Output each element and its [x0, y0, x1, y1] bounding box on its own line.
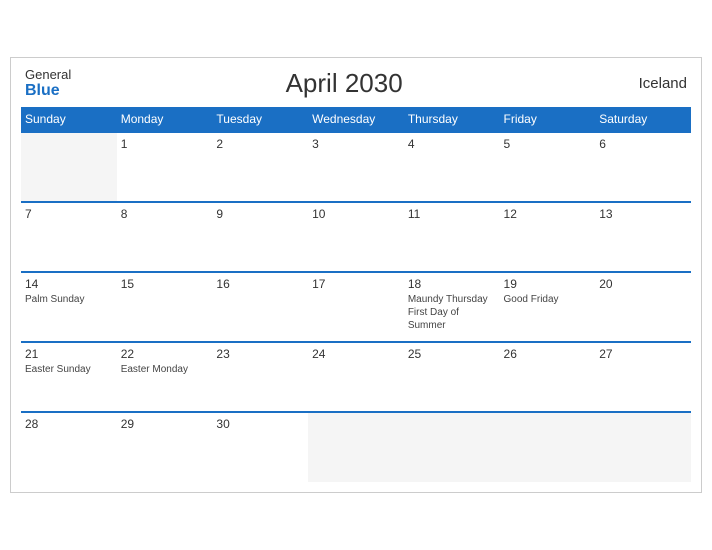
- calendar-cell: 4: [404, 132, 500, 202]
- day-number: 1: [121, 137, 209, 151]
- day-number: 17: [312, 277, 400, 291]
- day-number: 14: [25, 277, 113, 291]
- calendar-cell: 1: [117, 132, 213, 202]
- week-row-2: 14 Palm Sunday 15 16 17 18 Maundy ThursdayFirs…: [21, 272, 691, 342]
- calendar-cell: 24: [308, 342, 404, 412]
- day-number: 25: [408, 347, 496, 361]
- calendar-cell: 28: [21, 412, 117, 482]
- calendar-cell: 8: [117, 202, 213, 272]
- day-number: 10: [312, 207, 400, 221]
- day-number: 28: [25, 417, 113, 431]
- calendar-header: General Blue April 2030 Iceland: [21, 68, 691, 100]
- calendar-event: Palm Sunday: [25, 293, 113, 306]
- calendar-cell: 16: [212, 272, 308, 342]
- calendar-cell: 9: [212, 202, 308, 272]
- logo: General Blue: [25, 68, 71, 100]
- calendar-cell: 20: [595, 272, 691, 342]
- day-number: 18: [408, 277, 496, 291]
- calendar-cell: [308, 412, 404, 482]
- day-number: 4: [408, 137, 496, 151]
- calendar-cell: 6: [595, 132, 691, 202]
- calendar-event: First Day of Summer: [408, 306, 496, 332]
- day-number: 29: [121, 417, 209, 431]
- day-number: 22: [121, 347, 209, 361]
- day-number: 27: [599, 347, 687, 361]
- calendar-cell: 29: [117, 412, 213, 482]
- calendar-cell: 15: [117, 272, 213, 342]
- calendar-cell: [21, 132, 117, 202]
- day-number: 9: [216, 207, 304, 221]
- day-number: 13: [599, 207, 687, 221]
- calendar-cell: 2: [212, 132, 308, 202]
- calendar-cell: 12: [500, 202, 596, 272]
- calendar-cell: 3: [308, 132, 404, 202]
- calendar-cell: 14 Palm Sunday: [21, 272, 117, 342]
- day-number: 16: [216, 277, 304, 291]
- day-number: 5: [504, 137, 592, 151]
- calendar-title: April 2030: [71, 68, 617, 99]
- day-number: 30: [216, 417, 304, 431]
- week-row-1: 789 10 11 12 13: [21, 202, 691, 272]
- country-name: Iceland: [617, 75, 687, 92]
- calendar-cell: 10: [308, 202, 404, 272]
- day-number: 19: [504, 277, 592, 291]
- calendar-cell: 21 Easter Sunday: [21, 342, 117, 412]
- day-number: 12: [504, 207, 592, 221]
- calendar-event: Maundy Thursday: [408, 293, 496, 306]
- day-number: 8: [121, 207, 209, 221]
- calendar-grid: SundayMondayTuesdayWednesdayThursdayFrid…: [21, 107, 691, 482]
- calendar-cell: 19 Good Friday: [500, 272, 596, 342]
- calendar-cell: 5: [500, 132, 596, 202]
- calendar-cell: 25: [404, 342, 500, 412]
- weekday-header-thursday: Thursday: [404, 107, 500, 132]
- calendar-cell: 11: [404, 202, 500, 272]
- calendar-event: Easter Sunday: [25, 363, 113, 376]
- day-number: 21: [25, 347, 113, 361]
- day-number: 2: [216, 137, 304, 151]
- weekday-header-monday: Monday: [117, 107, 213, 132]
- weekday-header-sunday: Sunday: [21, 107, 117, 132]
- day-number: 7: [25, 207, 113, 221]
- calendar-cell: [595, 412, 691, 482]
- week-row-0: 123456: [21, 132, 691, 202]
- day-number: 23: [216, 347, 304, 361]
- calendar-container: General Blue April 2030 Iceland SundayMo…: [10, 57, 702, 494]
- calendar-cell: 18 Maundy ThursdayFirst Day of Summer: [404, 272, 500, 342]
- day-number: 24: [312, 347, 400, 361]
- weekday-header-friday: Friday: [500, 107, 596, 132]
- calendar-cell: 22 Easter Monday: [117, 342, 213, 412]
- calendar-cell: [404, 412, 500, 482]
- weekday-header-row: SundayMondayTuesdayWednesdayThursdayFrid…: [21, 107, 691, 132]
- logo-blue-text: Blue: [25, 82, 71, 100]
- day-number: 20: [599, 277, 687, 291]
- calendar-cell: 17: [308, 272, 404, 342]
- day-number: 11: [408, 207, 496, 221]
- logo-general-text: General: [25, 68, 71, 82]
- weekday-header-saturday: Saturday: [595, 107, 691, 132]
- day-number: 15: [121, 277, 209, 291]
- weekday-header-wednesday: Wednesday: [308, 107, 404, 132]
- calendar-event: Easter Monday: [121, 363, 209, 376]
- day-number: 26: [504, 347, 592, 361]
- week-row-3: 21 Easter Sunday 22 Easter Monday 23 24 25 26 27: [21, 342, 691, 412]
- weekday-header-tuesday: Tuesday: [212, 107, 308, 132]
- calendar-cell: 7: [21, 202, 117, 272]
- day-number: 6: [599, 137, 687, 151]
- calendar-cell: 27: [595, 342, 691, 412]
- calendar-cell: 26: [500, 342, 596, 412]
- calendar-cell: 23: [212, 342, 308, 412]
- calendar-cell: 13: [595, 202, 691, 272]
- week-row-4: 28 29 30: [21, 412, 691, 482]
- calendar-event: Good Friday: [504, 293, 592, 306]
- day-number: 3: [312, 137, 400, 151]
- calendar-cell: [500, 412, 596, 482]
- calendar-cell: 30: [212, 412, 308, 482]
